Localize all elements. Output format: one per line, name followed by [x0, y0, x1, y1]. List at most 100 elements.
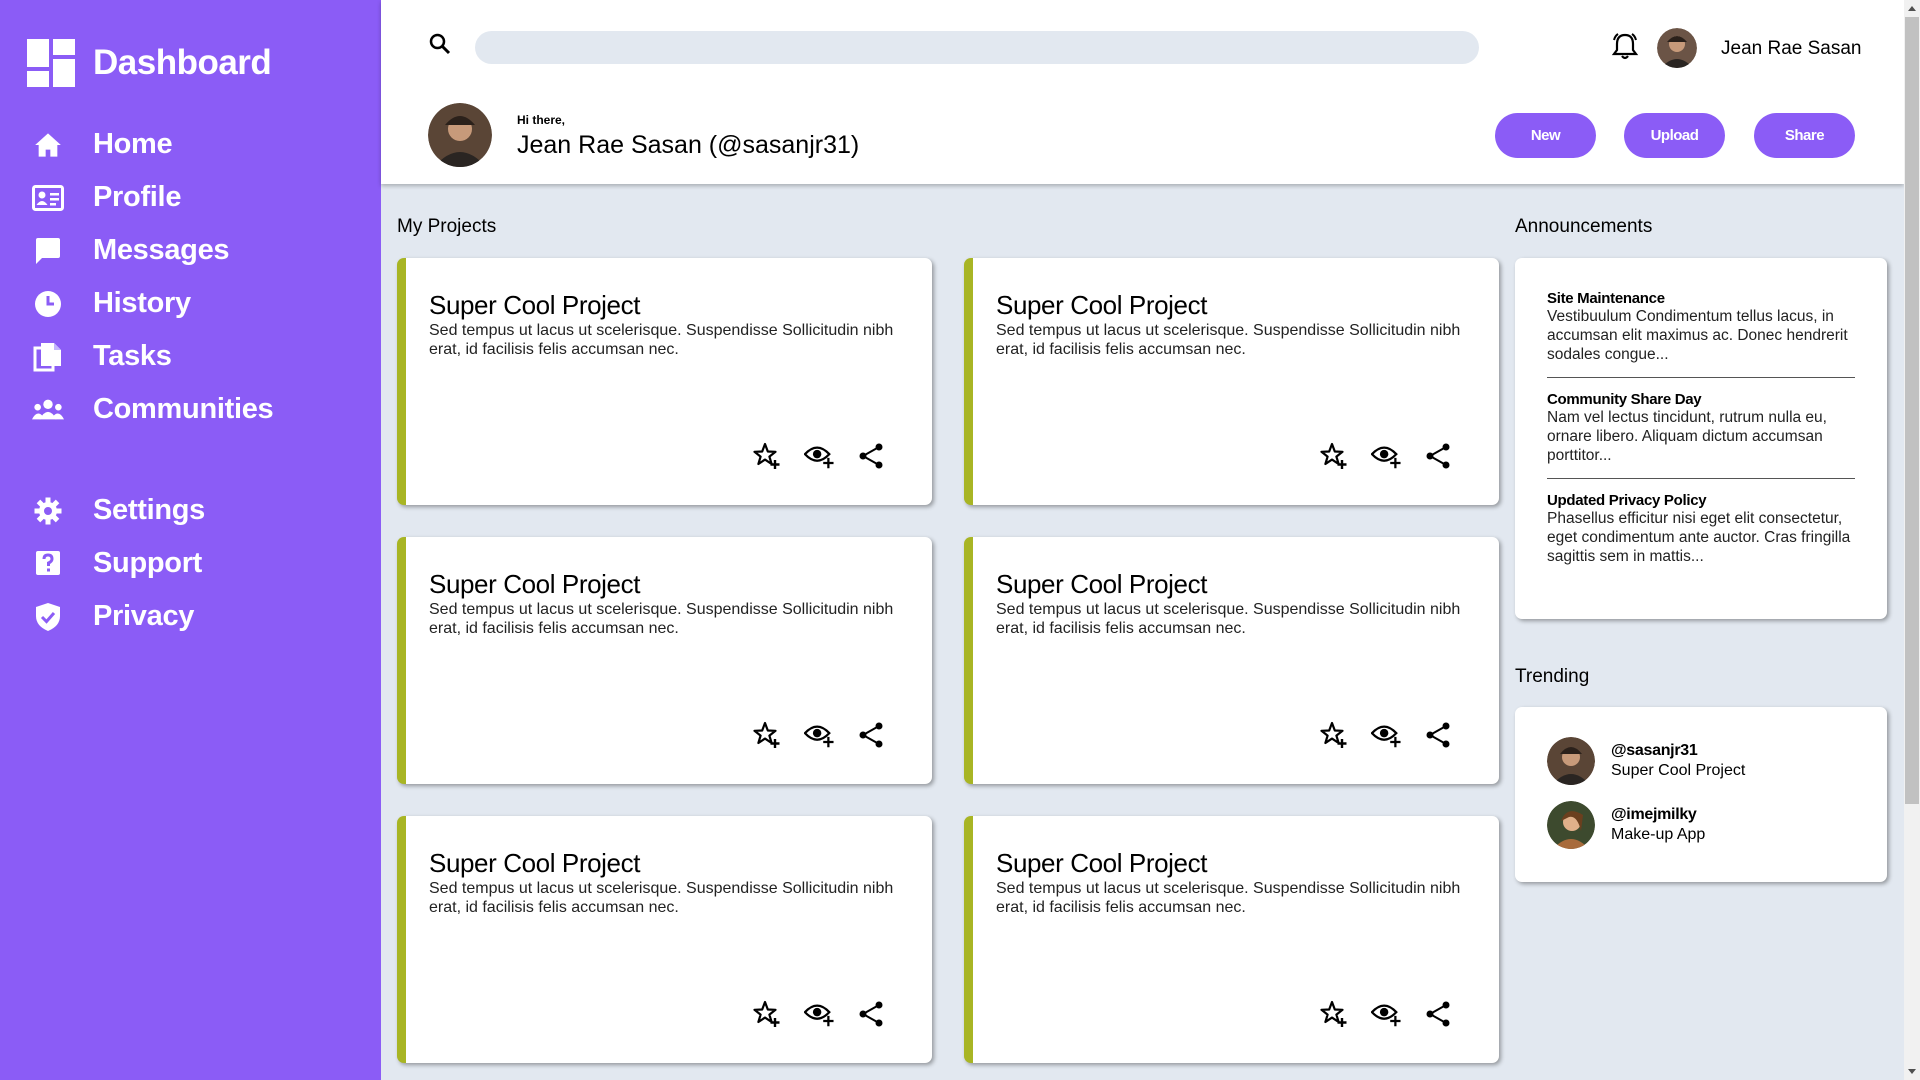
- share-icon[interactable]: [1423, 720, 1453, 750]
- id-card-icon: [32, 182, 64, 214]
- star-add-icon[interactable]: [752, 999, 782, 1029]
- share-icon[interactable]: [1423, 441, 1453, 471]
- project-card[interactable]: Super Cool Project Sed tempus ut lacus ut…: [397, 537, 932, 784]
- project-actions: [1319, 720, 1453, 750]
- header: Jean Rae Sasan Hi there, Jean Rae Sasan …: [381, 0, 1904, 184]
- brand-title: Dashboard: [93, 43, 272, 82]
- shield-icon: [32, 601, 64, 633]
- project-title: Super Cool Project: [996, 290, 1208, 320]
- upload-button[interactable]: Upload: [1624, 113, 1725, 158]
- sidebar-nav: Home Profile Messages History Tasks Comm…: [0, 118, 381, 643]
- trending-item[interactable]: @imejmilky Make-up App: [1515, 793, 1887, 857]
- avatar: [1547, 737, 1595, 785]
- project-description: Sed tempus ut lacus ut scelerisque. Susp…: [429, 601, 894, 637]
- share-icon[interactable]: [856, 441, 886, 471]
- trending-project: Make-up App: [1611, 826, 1706, 843]
- sidebar-item-support[interactable]: Support: [0, 537, 381, 590]
- share-icon[interactable]: [856, 999, 886, 1029]
- project-title: Super Cool Project: [996, 569, 1208, 599]
- announcement-title: Community Share Day: [1547, 391, 1702, 408]
- sidebar-item-communities[interactable]: Communities: [0, 383, 381, 436]
- greeting: Hi there,: [517, 113, 566, 127]
- announcements-panel: Site Maintenance Vestibuulum Condimentum…: [1515, 258, 1887, 619]
- trending-item[interactable]: @sasanjr31 Super Cool Project: [1515, 729, 1887, 793]
- project-description: Sed tempus ut lacus ut scelerisque. Susp…: [429, 880, 894, 916]
- project-description: Sed tempus ut lacus ut scelerisque. Susp…: [996, 880, 1461, 916]
- sidebar-item-privacy[interactable]: Privacy: [0, 590, 381, 643]
- star-add-icon[interactable]: [1319, 441, 1349, 471]
- user-name[interactable]: Jean Rae Sasan: [1721, 38, 1862, 60]
- sidebar-item-label: History: [93, 287, 191, 319]
- announcements-title: Announcements: [1515, 216, 1653, 237]
- announcement-text: Vestibuulum Condimentum tellus lacus, in…: [1547, 308, 1848, 363]
- user-handle: Jean Rae Sasan (@sasanjr31): [517, 131, 860, 159]
- project-card[interactable]: Super Cool Project Sed tempus ut lacus ut…: [964, 258, 1499, 505]
- watch-add-icon[interactable]: [804, 441, 834, 471]
- sidebar-item-label: Communities: [93, 393, 274, 425]
- projects-title: My Projects: [397, 216, 497, 237]
- sidebar-item-label: Settings: [93, 494, 205, 526]
- profile-avatar: [428, 103, 492, 167]
- scrollbar-thumb[interactable]: [1905, 17, 1919, 804]
- announcement-text: Phasellus efficitur nisi eget elit conse…: [1547, 510, 1851, 565]
- announcement-item[interactable]: Site Maintenance Vestibuulum Condimentum…: [1547, 290, 1855, 378]
- announcement-item[interactable]: Updated Privacy Policy Phasellus efficit…: [1547, 492, 1855, 579]
- sidebar-item-home[interactable]: Home: [0, 118, 381, 171]
- scroll-down-arrow-icon[interactable]: [1904, 1063, 1920, 1080]
- project-card[interactable]: Super Cool Project Sed tempus ut lacus ut…: [397, 258, 932, 505]
- project-description: Sed tempus ut lacus ut scelerisque. Susp…: [429, 322, 894, 358]
- question-icon: [32, 548, 64, 580]
- watch-add-icon[interactable]: [804, 720, 834, 750]
- sidebar-item-label: Messages: [93, 234, 230, 266]
- project-title: Super Cool Project: [429, 848, 641, 878]
- scroll-up-arrow-icon[interactable]: [1904, 0, 1920, 17]
- avatar[interactable]: [1657, 28, 1697, 68]
- trending-handle: @sasanjr31: [1611, 742, 1698, 759]
- announcement-item[interactable]: Community Share Day Nam vel lectus tinci…: [1547, 391, 1855, 479]
- bell-icon[interactable]: [1611, 32, 1639, 65]
- project-title: Super Cool Project: [429, 290, 641, 320]
- watch-add-icon[interactable]: [1371, 441, 1401, 471]
- share-icon[interactable]: [1423, 999, 1453, 1029]
- share-button[interactable]: Share: [1754, 113, 1855, 158]
- sidebar-item-history[interactable]: History: [0, 277, 381, 330]
- project-card[interactable]: Super Cool Project Sed tempus ut lacus ut…: [964, 537, 1499, 784]
- documents-icon: [32, 341, 64, 373]
- search-input[interactable]: [475, 31, 1479, 64]
- sidebar-item-tasks[interactable]: Tasks: [0, 330, 381, 383]
- avatar: [1547, 801, 1595, 849]
- sidebar-item-settings[interactable]: Settings: [0, 484, 381, 537]
- search-icon[interactable]: [429, 33, 451, 60]
- project-card[interactable]: Super Cool Project Sed tempus ut lacus ut…: [964, 816, 1499, 1063]
- star-add-icon[interactable]: [752, 441, 782, 471]
- project-description: Sed tempus ut lacus ut scelerisque. Susp…: [996, 601, 1461, 637]
- announcement-title: Updated Privacy Policy: [1547, 492, 1707, 509]
- home-icon: [32, 129, 64, 161]
- watch-add-icon[interactable]: [1371, 720, 1401, 750]
- star-add-icon[interactable]: [1319, 999, 1349, 1029]
- star-add-icon[interactable]: [1319, 720, 1349, 750]
- sidebar-item-label: Privacy: [93, 600, 195, 632]
- project-actions: [1319, 999, 1453, 1029]
- trending-panel: @sasanjr31 Super Cool Project @imejmilky…: [1515, 707, 1887, 882]
- sidebar-item-label: Support: [93, 547, 203, 579]
- project-card[interactable]: Super Cool Project Sed tempus ut lacus ut…: [397, 816, 932, 1063]
- sidebar-item-label: Tasks: [93, 340, 172, 372]
- star-add-icon[interactable]: [752, 720, 782, 750]
- watch-add-icon[interactable]: [804, 999, 834, 1029]
- project-actions: [752, 441, 886, 471]
- brand[interactable]: Dashboard: [27, 39, 272, 87]
- project-actions: [1319, 441, 1453, 471]
- sidebar: Dashboard Home Profile Messages History: [0, 0, 381, 1080]
- clock-icon: [32, 288, 64, 320]
- new-button[interactable]: New: [1495, 113, 1596, 158]
- sidebar-item-label: Profile: [93, 181, 182, 213]
- watch-add-icon[interactable]: [1371, 999, 1401, 1029]
- sidebar-item-messages[interactable]: Messages: [0, 224, 381, 277]
- sidebar-item-label: Home: [93, 128, 173, 160]
- dashboard-icon: [27, 39, 75, 87]
- sidebar-item-profile[interactable]: Profile: [0, 171, 381, 224]
- trending-title: Trending: [1515, 666, 1590, 687]
- share-icon[interactable]: [856, 720, 886, 750]
- trending-handle: @imejmilky: [1611, 806, 1697, 823]
